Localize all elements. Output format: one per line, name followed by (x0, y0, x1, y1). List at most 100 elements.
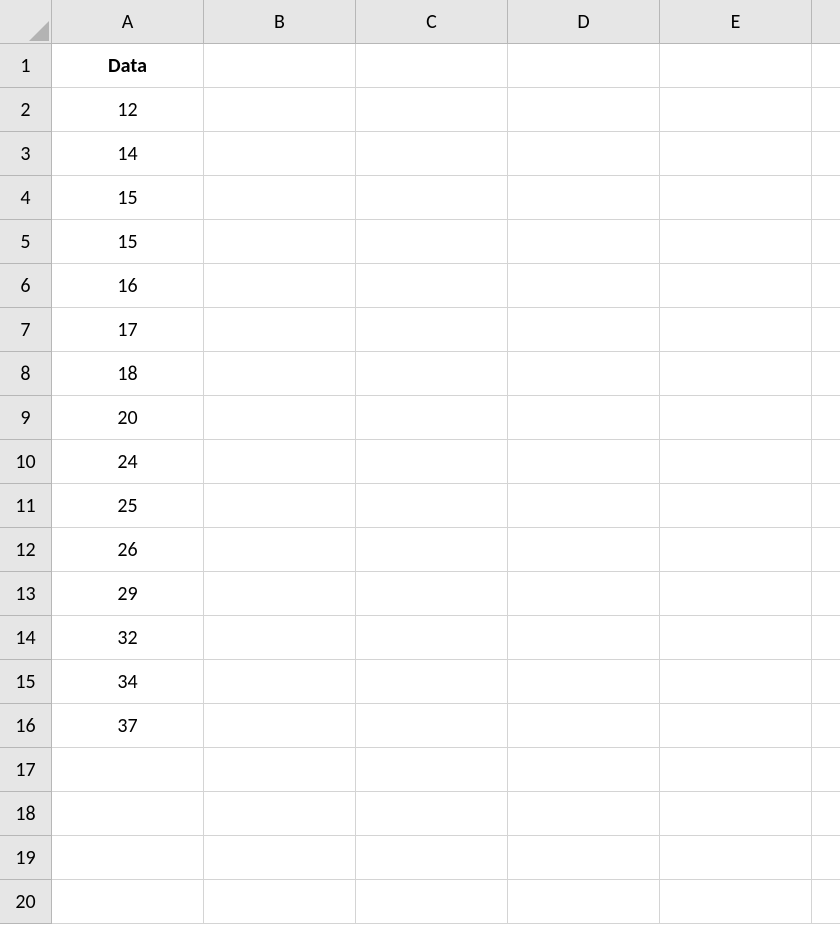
row-header-4[interactable]: 4 (0, 176, 52, 220)
column-header-F[interactable] (812, 0, 840, 44)
cell-C4[interactable] (356, 176, 508, 220)
cell-C16[interactable] (356, 704, 508, 748)
cell-C19[interactable] (356, 836, 508, 880)
cell-A8[interactable]: 18 (52, 352, 204, 396)
cell-A5[interactable]: 15 (52, 220, 204, 264)
cell-E15[interactable] (660, 660, 812, 704)
cell-D13[interactable] (508, 572, 660, 616)
cell-D11[interactable] (508, 484, 660, 528)
cell-E16[interactable] (660, 704, 812, 748)
cell-B1[interactable] (204, 44, 356, 88)
cell-C12[interactable] (356, 528, 508, 572)
cell-B16[interactable] (204, 704, 356, 748)
row-header-20[interactable]: 20 (0, 880, 52, 924)
row-header-6[interactable]: 6 (0, 264, 52, 308)
cell-F4[interactable] (812, 176, 840, 220)
cell-E6[interactable] (660, 264, 812, 308)
cell-A7[interactable]: 17 (52, 308, 204, 352)
cell-E7[interactable] (660, 308, 812, 352)
cell-C1[interactable] (356, 44, 508, 88)
cell-A11[interactable]: 25 (52, 484, 204, 528)
cell-A1[interactable]: Data (52, 44, 204, 88)
cell-B17[interactable] (204, 748, 356, 792)
cell-A15[interactable]: 34 (52, 660, 204, 704)
column-header-E[interactable]: E (660, 0, 812, 44)
cell-F15[interactable] (812, 660, 840, 704)
row-header-14[interactable]: 14 (0, 616, 52, 660)
row-header-1[interactable]: 1 (0, 44, 52, 88)
cell-C2[interactable] (356, 88, 508, 132)
cell-F6[interactable] (812, 264, 840, 308)
cell-B4[interactable] (204, 176, 356, 220)
cell-A14[interactable]: 32 (52, 616, 204, 660)
row-header-11[interactable]: 11 (0, 484, 52, 528)
row-header-5[interactable]: 5 (0, 220, 52, 264)
cell-C3[interactable] (356, 132, 508, 176)
cell-C8[interactable] (356, 352, 508, 396)
cell-A19[interactable] (52, 836, 204, 880)
cell-D2[interactable] (508, 88, 660, 132)
row-header-9[interactable]: 9 (0, 396, 52, 440)
select-all-corner[interactable] (0, 0, 52, 44)
cell-D5[interactable] (508, 220, 660, 264)
cell-F10[interactable] (812, 440, 840, 484)
cell-C17[interactable] (356, 748, 508, 792)
cell-F13[interactable] (812, 572, 840, 616)
cell-E17[interactable] (660, 748, 812, 792)
cell-D1[interactable] (508, 44, 660, 88)
cell-F12[interactable] (812, 528, 840, 572)
cell-D4[interactable] (508, 176, 660, 220)
cell-D20[interactable] (508, 880, 660, 924)
cell-A3[interactable]: 14 (52, 132, 204, 176)
cell-D15[interactable] (508, 660, 660, 704)
cell-D12[interactable] (508, 528, 660, 572)
cell-B20[interactable] (204, 880, 356, 924)
row-header-16[interactable]: 16 (0, 704, 52, 748)
cell-E10[interactable] (660, 440, 812, 484)
row-header-12[interactable]: 12 (0, 528, 52, 572)
cell-C18[interactable] (356, 792, 508, 836)
cell-D17[interactable] (508, 748, 660, 792)
cell-B5[interactable] (204, 220, 356, 264)
cell-B14[interactable] (204, 616, 356, 660)
row-header-17[interactable]: 17 (0, 748, 52, 792)
cell-B8[interactable] (204, 352, 356, 396)
cell-A9[interactable]: 20 (52, 396, 204, 440)
cell-F20[interactable] (812, 880, 840, 924)
cell-B7[interactable] (204, 308, 356, 352)
cell-B3[interactable] (204, 132, 356, 176)
cell-E5[interactable] (660, 220, 812, 264)
cell-B10[interactable] (204, 440, 356, 484)
cell-C20[interactable] (356, 880, 508, 924)
cell-B15[interactable] (204, 660, 356, 704)
row-header-7[interactable]: 7 (0, 308, 52, 352)
cell-E13[interactable] (660, 572, 812, 616)
row-header-2[interactable]: 2 (0, 88, 52, 132)
cell-D3[interactable] (508, 132, 660, 176)
cell-F17[interactable] (812, 748, 840, 792)
cell-E8[interactable] (660, 352, 812, 396)
cell-C11[interactable] (356, 484, 508, 528)
cell-B2[interactable] (204, 88, 356, 132)
cell-F18[interactable] (812, 792, 840, 836)
row-header-13[interactable]: 13 (0, 572, 52, 616)
cell-D18[interactable] (508, 792, 660, 836)
row-header-18[interactable]: 18 (0, 792, 52, 836)
cell-E11[interactable] (660, 484, 812, 528)
cell-D19[interactable] (508, 836, 660, 880)
cell-C15[interactable] (356, 660, 508, 704)
cell-E4[interactable] (660, 176, 812, 220)
cell-F7[interactable] (812, 308, 840, 352)
cell-B11[interactable] (204, 484, 356, 528)
cell-A18[interactable] (52, 792, 204, 836)
cell-D7[interactable] (508, 308, 660, 352)
cell-C6[interactable] (356, 264, 508, 308)
cell-F3[interactable] (812, 132, 840, 176)
cell-B9[interactable] (204, 396, 356, 440)
cell-A13[interactable]: 29 (52, 572, 204, 616)
column-header-C[interactable]: C (356, 0, 508, 44)
column-header-A[interactable]: A (52, 0, 204, 44)
cell-F1[interactable] (812, 44, 840, 88)
row-header-3[interactable]: 3 (0, 132, 52, 176)
cell-F14[interactable] (812, 616, 840, 660)
